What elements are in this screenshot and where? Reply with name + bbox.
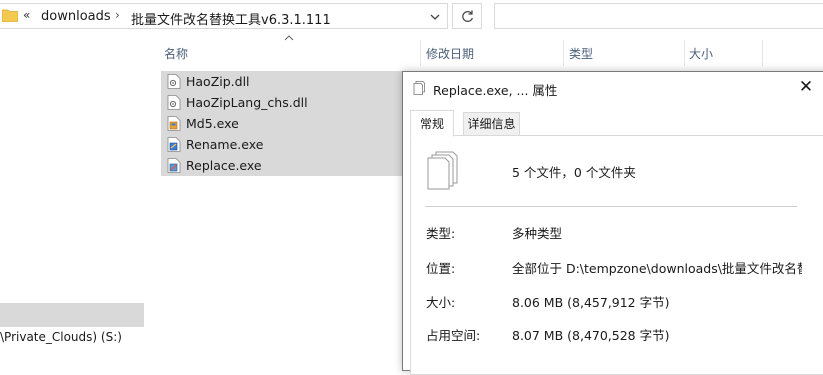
column-size[interactable]: 大小 [689,36,761,66]
dialog-title: Replace.exe, ... 属性 [433,83,558,98]
column-divider[interactable] [563,40,564,66]
file-row[interactable]: HaoZipLang_chs.dll [161,92,409,113]
column-modified-label: 修改日期 [426,47,475,61]
breadcrumb-overflow[interactable]: « [23,8,30,22]
exe-file-icon [167,137,181,152]
file-row[interactable]: Rename.exe [161,134,409,155]
prop-label-location: 位置: [426,261,456,276]
column-divider[interactable] [684,40,685,66]
dll-file-icon [167,95,181,110]
file-name: Md5.exe [186,116,239,131]
search-input[interactable] [494,3,823,29]
column-modified[interactable]: 修改日期 [425,36,563,66]
file-name: Rename.exe [186,137,264,152]
tab-general[interactable]: 常规 [410,110,454,137]
prop-value-location: 全部位于 D:\tempzone\downloads\批量文件改名替 [512,261,802,276]
folder-icon [2,9,18,22]
close-button[interactable]: ✕ [791,74,821,100]
selection-summary: 5 个文件，0 个文件夹 [512,165,636,180]
exe-file-icon [167,158,181,173]
column-name[interactable]: 名称 [164,36,420,66]
breadcrumb-current-folder[interactable]: 批量文件改名替换工具v6.3.1.111 [131,9,331,28]
column-name-label: 名称 [164,47,189,61]
file-row[interactable]: HaoZip.dll [161,71,409,92]
breadcrumb-chevron-icon[interactable]: › [115,8,120,22]
tab-strip: 常规 详细信息 [410,110,823,137]
prop-label-type: 类型: [426,226,456,241]
column-type[interactable]: 类型 [569,36,684,66]
file-name: Replace.exe [186,158,262,173]
address-box[interactable]: « downloads › 批量文件改名替换工具v6.3.1.111 [0,3,448,29]
dll-file-icon [167,74,181,89]
refresh-button[interactable] [452,3,482,29]
chevron-down-icon[interactable] [427,10,443,24]
address-bar: « downloads › 批量文件改名替换工具v6.3.1.111 [0,0,823,34]
file-name: HaoZip.dll [186,74,250,89]
multiple-files-icon [413,81,425,95]
prop-value-size: 8.06 MB (8,457,912 字节) [512,295,670,310]
properties-dialog: Replace.exe, ... 属性 ✕ 常规 详细信息 5 个文件，0 个文… [402,71,823,375]
file-name: HaoZipLang_chs.dll [186,95,308,110]
column-size-label: 大小 [689,47,714,61]
tab-details-label: 详细信息 [467,117,516,131]
close-icon: ✕ [798,77,814,97]
prop-value-type: 多种类型 [512,226,563,241]
navigation-pane: \Private_Clouds) (S:) [0,34,144,358]
nav-item-hover[interactable] [0,303,144,327]
prop-value-size-on-disk: 8.07 MB (8,470,528 字节) [512,328,670,343]
file-row[interactable]: Replace.exe [161,155,409,176]
exe-file-icon [167,116,181,131]
nav-item-drive-s[interactable]: \Private_Clouds) (S:) [0,330,122,344]
divider [425,206,797,207]
refresh-icon [462,10,473,22]
breadcrumb-downloads[interactable]: downloads [41,9,111,24]
tab-general-label: 常规 [419,117,444,131]
column-type-label: 类型 [569,47,594,61]
column-divider[interactable] [762,40,763,66]
prop-label-size-on-disk: 占用空间: [426,328,481,343]
column-divider[interactable] [420,40,421,66]
prop-label-size: 大小: [426,295,456,310]
tab-details[interactable]: 详细信息 [463,112,520,136]
file-row[interactable]: Md5.exe [161,113,409,134]
multiple-files-icon [427,151,458,190]
